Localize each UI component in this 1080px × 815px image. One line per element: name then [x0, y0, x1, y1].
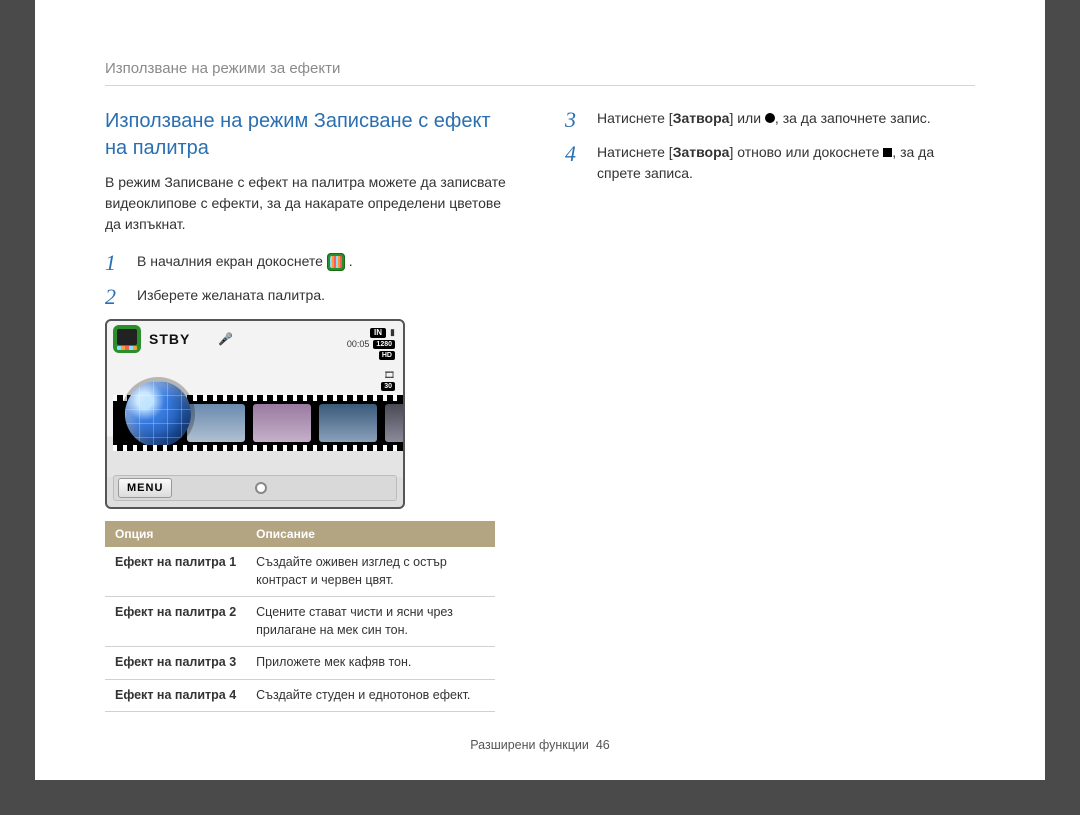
menu-button[interactable]: MENU: [118, 478, 172, 498]
option-name: Ефект на палитра 4: [105, 679, 246, 712]
resolution-badge: 1280: [373, 340, 395, 349]
microphone-icon: 🎤: [218, 332, 233, 346]
record-circle-icon: [765, 113, 775, 123]
battery-icon: ▮: [390, 327, 395, 339]
step-text: Натиснете [Затвора] или , за да започнет…: [597, 108, 975, 129]
storage-badge: IN: [370, 328, 386, 338]
option-desc: Създайте студен и еднотонов ефект.: [246, 679, 495, 712]
shutter-key-label: Затвора: [673, 110, 730, 126]
table-row: Ефект на палитра 1 Създайте оживен изгле…: [105, 547, 495, 597]
camera-status-right: IN ▮ 00:05 1280 HD 🎞 30: [347, 327, 395, 390]
stby-label: STBY: [149, 331, 190, 347]
camera-screenshot: STBY 🎤 IN ▮ 00:05 1280 HD 🎞 30: [105, 319, 405, 509]
left-column: Използване на режим Записване с ефект на…: [105, 108, 515, 712]
table-head-option: Опция: [105, 521, 246, 547]
content-columns: Използване на режим Записване с ефект на…: [105, 108, 975, 712]
palette-options-table: Опция Описание Ефект на палитра 1 Създай…: [105, 521, 495, 712]
time-counter: 00:05: [347, 339, 370, 351]
right-column: 3 Натиснете [Затвора] или , за да започн…: [565, 108, 975, 712]
palette-selector-globe[interactable]: [125, 381, 191, 447]
option-desc: Сцените стават чисти и ясни чрез прилага…: [246, 597, 495, 647]
palette-mode-icon: [327, 253, 345, 271]
shutter-key-label: Затвора: [673, 144, 730, 160]
step-number: 4: [565, 142, 583, 166]
palette-preview-2[interactable]: [253, 404, 311, 442]
footer-section-label: Разширени функции: [470, 738, 589, 752]
table-row: Ефект на палитра 2 Сцените стават чисти …: [105, 597, 495, 647]
camera-bottombar: MENU: [113, 475, 397, 501]
stop-square-icon: [883, 148, 892, 157]
manual-page: Използване на режими за ефекти Използван…: [35, 0, 1045, 780]
option-desc: Приложете мек кафяв тон.: [246, 647, 495, 680]
step-number: 1: [105, 251, 123, 275]
table-row: Ефект на палитра 3 Приложете мек кафяв т…: [105, 647, 495, 680]
intro-paragraph: В режим Записване с ефект на палитра мож…: [105, 172, 515, 235]
option-desc: Създайте оживен изглед с остър контраст …: [246, 547, 495, 597]
record-button[interactable]: [255, 482, 267, 494]
step-1: 1 В началния екран докоснете .: [105, 251, 515, 275]
palette-preview-4[interactable]: [385, 404, 405, 442]
table-row: Ефект на палитра 4 Създайте студен и едн…: [105, 679, 495, 712]
hd-badge: HD: [379, 351, 395, 360]
step-2: 2 Изберете желаната палитра.: [105, 285, 515, 309]
step-text: Изберете желаната палитра.: [137, 285, 515, 306]
breadcrumb: Използване на режими за ефекти: [105, 60, 975, 86]
option-name: Ефект на палитра 2: [105, 597, 246, 647]
palette-preview-3[interactable]: [319, 404, 377, 442]
right-steps: 3 Натиснете [Затвора] или , за да започн…: [565, 108, 975, 184]
film-icon: 🎞: [384, 370, 395, 382]
palette-mode-icon: [113, 325, 141, 353]
step-4: 4 Натиснете [Затвора] отново или докосне…: [565, 142, 975, 184]
section-title: Използване на режим Записване с ефект на…: [105, 108, 515, 162]
table-head-description: Описание: [246, 521, 495, 547]
step-number: 3: [565, 108, 583, 132]
step-text: В началния екран докоснете .: [137, 251, 515, 272]
fps-badge: 30: [381, 382, 395, 391]
step-number: 2: [105, 285, 123, 309]
step-3: 3 Натиснете [Затвора] или , за да започн…: [565, 108, 975, 132]
film-frames: [113, 395, 405, 451]
step-text-before: В началния екран докоснете: [137, 253, 327, 269]
left-steps: 1 В началния екран докоснете . 2 Изберет…: [105, 251, 515, 309]
page-number: 46: [596, 738, 610, 752]
option-name: Ефект на палитра 3: [105, 647, 246, 680]
option-name: Ефект на палитра 1: [105, 547, 246, 597]
step-text: Натиснете [Затвора] отново или докоснете…: [597, 142, 975, 184]
page-footer: Разширени функции 46: [35, 738, 1045, 752]
palette-filmstrip: [113, 393, 397, 453]
palette-preview-1[interactable]: [187, 404, 245, 442]
step-text-after: .: [349, 253, 353, 269]
